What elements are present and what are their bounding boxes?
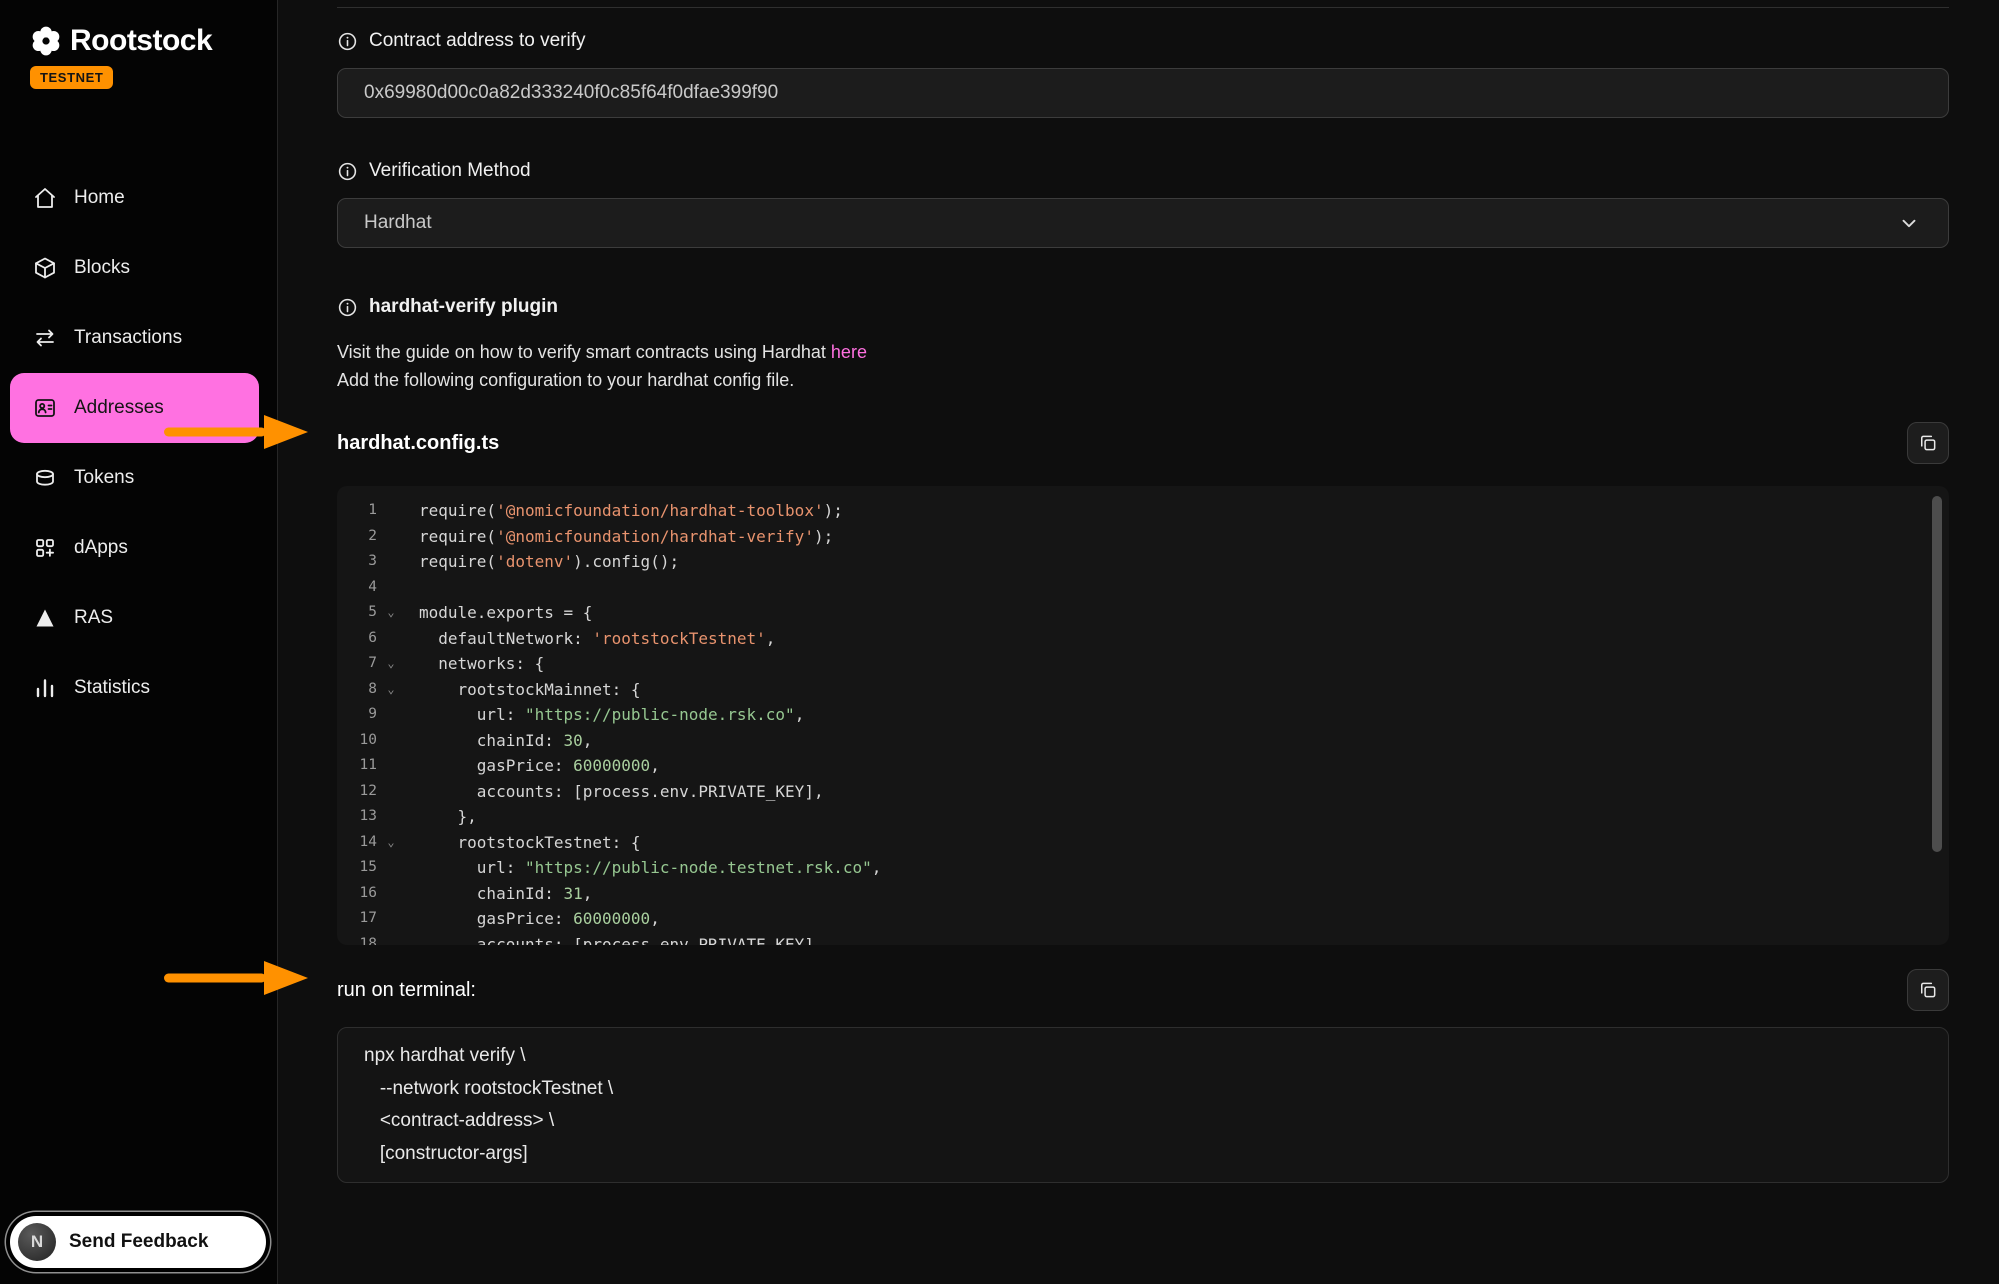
sidebar-item-label: dApps	[74, 537, 128, 559]
copy-icon	[1918, 980, 1938, 1000]
code-line: 14⌄ rootstockTestnet: {	[337, 830, 1949, 856]
sidebar-item-label: Tokens	[74, 467, 134, 489]
testnet-badge: TESTNET	[30, 66, 113, 89]
terminal-command: npx hardhat verify \ --network rootstock…	[337, 1027, 1949, 1183]
sidebar-item-label: Statistics	[74, 677, 150, 699]
verification-method-value: Hardhat	[364, 212, 432, 234]
code-line: 2require('@nomicfoundation/hardhat-verif…	[337, 524, 1949, 550]
code-line: 3require('dotenv').config();	[337, 549, 1949, 575]
sidebar-item-label: RAS	[74, 607, 113, 629]
main-content: Contract address to verify 0x69980d00c0a…	[278, 0, 1999, 1284]
terminal-line: npx hardhat verify \	[364, 1040, 1922, 1073]
rootstock-flower-icon	[30, 25, 62, 57]
blocks-icon	[33, 256, 57, 280]
code-lines: 1require('@nomicfoundation/hardhat-toolb…	[337, 498, 1949, 945]
config-instruction: Add the following configuration to your …	[337, 370, 794, 390]
sidebar-item-label: Blocks	[74, 257, 130, 279]
verification-method-label: Verification Method	[337, 160, 1949, 182]
tokens-icon	[33, 466, 57, 490]
statistics-icon	[33, 676, 57, 700]
verification-method-select[interactable]: Hardhat	[337, 198, 1949, 248]
addresses-icon	[33, 396, 57, 420]
code-line: 17 gasPrice: 60000000,	[337, 906, 1949, 932]
sidebar-item-blocks[interactable]: Blocks	[10, 233, 259, 303]
sidebar-item-ras[interactable]: RAS	[10, 583, 259, 653]
sidebar-item-home[interactable]: Home	[10, 163, 259, 233]
plugin-label-text: hardhat-verify plugin	[369, 296, 558, 318]
info-icon	[337, 161, 358, 182]
code-line: 7⌄ networks: {	[337, 651, 1949, 677]
verification-method-label-text: Verification Method	[369, 160, 531, 182]
send-feedback-button[interactable]: N Send Feedback	[10, 1216, 266, 1268]
sidebar-item-label: Home	[74, 187, 125, 209]
terminal-line: [constructor-args]	[364, 1138, 1922, 1171]
code-line: 9 url: "https://public-node.rsk.co",	[337, 702, 1949, 728]
sidebar-item-addresses[interactable]: Addresses	[10, 373, 259, 443]
contract-address-input[interactable]: 0x69980d00c0a82d333240f0c85f64f0dfae399f…	[337, 68, 1949, 118]
copy-config-button[interactable]	[1907, 422, 1949, 464]
terminal-title: run on terminal:	[337, 979, 476, 1002]
code-line: 12 accounts: [process.env.PRIVATE_KEY],	[337, 779, 1949, 805]
code-line: 4	[337, 575, 1949, 601]
chevron-down-icon	[1898, 212, 1920, 234]
code-line: 13 },	[337, 804, 1949, 830]
terminal-header: run on terminal:	[337, 969, 1949, 1011]
sidebar-item-dapps[interactable]: dApps	[10, 513, 259, 583]
sidebar-item-label: Transactions	[74, 327, 182, 349]
info-icon	[337, 31, 358, 52]
guide-link[interactable]: here	[831, 342, 867, 362]
copy-terminal-button[interactable]	[1907, 969, 1949, 1011]
brand-name: Rootstock	[70, 24, 212, 58]
code-line: 18 accounts: [process.env.PRIVATE_KEY],	[337, 932, 1949, 946]
sidebar-item-statistics[interactable]: Statistics	[10, 653, 259, 723]
code-line: 11 gasPrice: 60000000,	[337, 753, 1949, 779]
guide-sentence: Visit the guide on how to verify smart c…	[337, 342, 831, 362]
code-line: 10 chainId: 30,	[337, 728, 1949, 754]
code-scrollbar[interactable]	[1932, 496, 1942, 852]
code-line: 15 url: "https://public-node.testnet.rsk…	[337, 855, 1949, 881]
section-divider	[337, 7, 1949, 8]
code-line: 1require('@nomicfoundation/hardhat-toolb…	[337, 498, 1949, 524]
transactions-icon	[33, 326, 57, 350]
dapps-icon	[33, 536, 57, 560]
sidebar-item-tokens[interactable]: Tokens	[10, 443, 259, 513]
contract-address-value: 0x69980d00c0a82d333240f0c85f64f0dfae399f…	[364, 82, 778, 104]
contract-address-label-text: Contract address to verify	[369, 30, 585, 52]
ras-icon	[33, 606, 57, 630]
copy-icon	[1918, 433, 1938, 453]
config-file-header: hardhat.config.ts	[337, 422, 1949, 464]
terminal-line: <contract-address> \	[364, 1105, 1922, 1138]
config-file-title: hardhat.config.ts	[337, 432, 499, 455]
code-line: 6 defaultNetwork: 'rootstockTestnet',	[337, 626, 1949, 652]
plugin-label: hardhat-verify plugin	[337, 296, 1949, 318]
sidebar-item-transactions[interactable]: Transactions	[10, 303, 259, 373]
contract-address-label: Contract address to verify	[337, 30, 1949, 52]
code-line: 5⌄module.exports = {	[337, 600, 1949, 626]
sidebar: Rootstock TESTNET Home Blocks Transactio…	[0, 0, 278, 1284]
terminal-line: --network rootstockTestnet \	[364, 1073, 1922, 1106]
sidebar-item-label: Addresses	[74, 397, 164, 419]
code-line: 16 chainId: 31,	[337, 881, 1949, 907]
sidebar-nav: Home Blocks Transactions Addresses Token…	[0, 163, 277, 723]
rootstock-logo[interactable]: Rootstock	[0, 24, 277, 58]
feedback-label: Send Feedback	[69, 1231, 208, 1253]
info-icon	[337, 297, 358, 318]
app-window: Rootstock TESTNET Home Blocks Transactio…	[0, 0, 1999, 1284]
code-line: 8⌄ rootstockMainnet: {	[337, 677, 1949, 703]
code-editor[interactable]: 1require('@nomicfoundation/hardhat-toolb…	[337, 486, 1949, 945]
home-icon	[33, 186, 57, 210]
feedback-avatar-icon: N	[18, 1223, 56, 1261]
plugin-guide-text: Visit the guide on how to verify smart c…	[337, 338, 1949, 394]
